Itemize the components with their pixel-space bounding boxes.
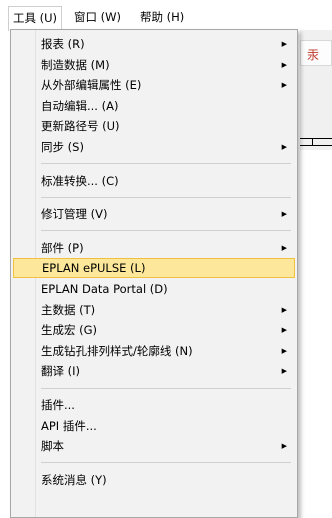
menu-help[interactable]: 帮助 (H) — [136, 8, 188, 26]
menu-item[interactable]: 自动编辑... (A) — [13, 96, 295, 116]
submenu-arrow-icon: ▶ — [281, 347, 287, 355]
menu-item-label: API 插件... — [41, 419, 97, 433]
menu-item[interactable]: 脚本 ▶ — [13, 436, 295, 456]
menu-item-label: 翻译 (I) — [41, 364, 81, 378]
menu-item-label: 从外部编辑属性 (E) — [41, 78, 142, 92]
menu-item[interactable]: 生成宏 (G) ▶ — [13, 320, 295, 340]
submenu-arrow-icon: ▶ — [281, 367, 287, 375]
menu-separator — [41, 462, 291, 464]
menu-item[interactable]: 修订管理 (V) ▶ — [13, 204, 295, 224]
menu-item-label: EPLAN ePULSE (L) — [42, 261, 146, 275]
menu-item-label: 自动编辑... (A) — [41, 99, 119, 113]
menu-item[interactable]: 制造数据 (M) ▶ — [13, 55, 295, 75]
submenu-arrow-icon: ▶ — [281, 81, 287, 89]
menu-item-label: 生成钻孔排列样式/轮廓线 (N) — [41, 344, 193, 358]
background-grid-lines — [300, 138, 332, 146]
submenu-arrow-icon: ▶ — [281, 210, 287, 218]
menu-item[interactable]: API 插件... — [13, 416, 295, 436]
menu-item-label: 同步 (S) — [41, 140, 84, 154]
menu-item-label: 生成宏 (G) — [41, 323, 98, 337]
background-tab-glyph: 汞 — [307, 48, 320, 62]
menu-item-label: 标准转换... (C) — [41, 174, 119, 188]
menu-item[interactable]: 同步 (S) ▶ — [13, 137, 295, 157]
menu-item[interactable]: 生成钻孔排列样式/轮廓线 (N) ▶ — [13, 341, 295, 361]
menu-item-label: 主数据 (T) — [41, 303, 96, 317]
submenu-arrow-icon: ▶ — [281, 40, 287, 48]
menu-separator — [41, 387, 291, 389]
tools-dropdown-menu: 报表 (R) ▶ 制造数据 (M) ▶ 从外部编辑属性 (E) ▶ 自动编辑... (A) 更… — [10, 29, 298, 518]
menu-bar: 工具 (U) 窗口 (W) 帮助 (H) — [0, 0, 332, 31]
background-tab[interactable]: 汞 — [300, 40, 332, 66]
menu-item[interactable]: 主数据 (T) ▶ — [13, 300, 295, 320]
menu-window[interactable]: 窗口 (W) — [70, 8, 125, 26]
menu-tools[interactable]: 工具 (U) — [8, 6, 63, 31]
submenu-arrow-icon: ▶ — [281, 61, 287, 69]
submenu-arrow-icon: ▶ — [281, 306, 287, 314]
submenu-arrow-icon: ▶ — [281, 326, 287, 334]
menu-item[interactable]: 部件 (P) ▶ — [13, 238, 295, 258]
menu-item-label: 系统消息 (Y) — [41, 473, 107, 487]
submenu-arrow-icon: ▶ — [281, 244, 287, 252]
menu-item[interactable]: 系统消息 (Y) — [13, 470, 295, 490]
menu-item-label: 部件 (P) — [41, 241, 84, 255]
menu-item[interactable]: 从外部编辑属性 (E) ▶ — [13, 75, 295, 95]
menu-item[interactable]: EPLAN ePULSE (L) — [13, 258, 295, 278]
menu-item[interactable]: 标准转换... (C) — [13, 171, 295, 191]
menu-separator — [41, 196, 291, 198]
menu-item[interactable]: 报表 (R) ▶ — [13, 34, 295, 54]
menu-item-label: 更新路径号 (U) — [41, 119, 120, 133]
menu-item-label: EPLAN Data Portal (D) — [41, 282, 168, 296]
menu-separator — [41, 230, 291, 232]
menu-item-label: 脚本 — [41, 439, 64, 453]
menu-item-label: 修订管理 (V) — [41, 207, 108, 221]
menu-item[interactable]: 插件... — [13, 395, 295, 415]
submenu-arrow-icon: ▶ — [281, 143, 287, 151]
menu-separator — [41, 163, 291, 165]
menu-item-label: 报表 (R) — [41, 37, 85, 51]
menu-item[interactable]: 更新路径号 (U) — [13, 116, 295, 136]
menu-item-label: 制造数据 (M) — [41, 58, 110, 72]
menu-item-label: 插件... — [41, 398, 75, 412]
menu-item[interactable]: 翻译 (I) ▶ — [13, 361, 295, 381]
menu-item[interactable]: EPLAN Data Portal (D) — [13, 279, 295, 299]
submenu-arrow-icon: ▶ — [281, 442, 287, 450]
